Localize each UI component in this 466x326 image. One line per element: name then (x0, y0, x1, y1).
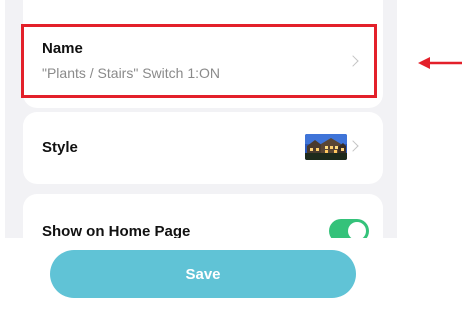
highlight-box (21, 24, 377, 98)
annotation-arrow-icon (418, 57, 462, 69)
style-label: Style (42, 139, 78, 156)
house-at-dusk-image (305, 134, 347, 160)
save-button[interactable]: Save (50, 250, 356, 298)
style-thumbnail-image (305, 134, 347, 160)
bottom-action-bar: Save (5, 238, 397, 326)
screen: Name "Plants / Stairs" Switch 1:ON Style (0, 0, 466, 326)
